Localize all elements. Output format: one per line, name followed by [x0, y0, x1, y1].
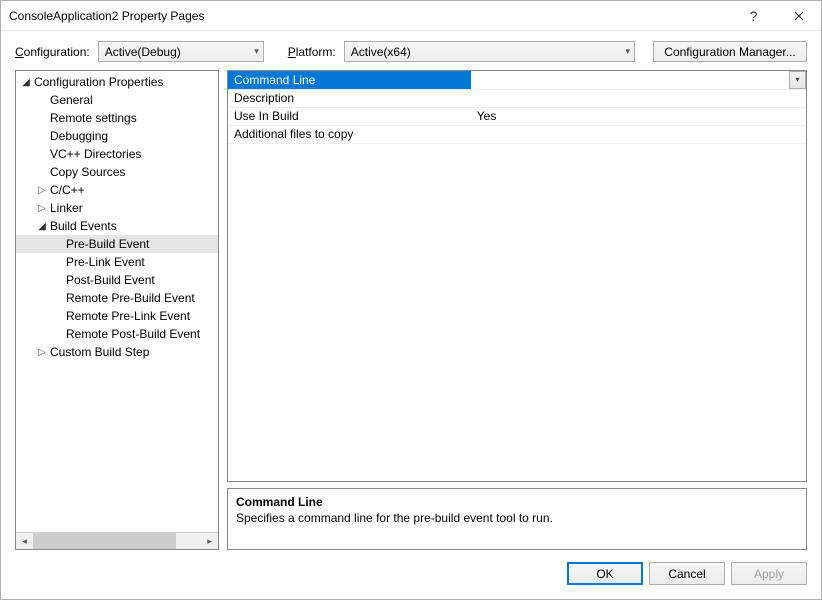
window-title: ConsoleApplication2 Property Pages — [9, 9, 731, 23]
property-name: Additional files to copy — [228, 125, 471, 143]
tree-item[interactable]: Post-Build Event — [16, 271, 218, 289]
tree-item[interactable]: ◢Build Events — [16, 217, 218, 235]
scroll-left-button[interactable]: ◂ — [16, 533, 33, 549]
description-panel: Command Line Specifies a command line fo… — [227, 488, 807, 550]
expander-icon: ▷ — [36, 347, 48, 358]
chevron-down-icon: ▾ — [795, 75, 799, 84]
tree-panel: ◢Configuration PropertiesGeneralRemote s… — [15, 70, 219, 550]
titlebar: ConsoleApplication2 Property Pages ? — [1, 1, 821, 31]
scrollbar-thumb[interactable] — [33, 533, 176, 549]
property-row[interactable]: Description — [228, 89, 806, 107]
tree-root[interactable]: ◢Configuration Properties — [16, 73, 218, 91]
property-grid: Command Line ▾ DescriptionUse In BuildYesA… — [227, 70, 807, 482]
configuration-label: Configuration: — [15, 45, 90, 59]
property-name: Use In Build — [228, 107, 471, 125]
expander-icon: ◢ — [20, 77, 32, 88]
cancel-button[interactable]: Cancel — [649, 562, 725, 585]
description-title: Command Line — [236, 495, 798, 509]
tree-item[interactable]: Remote settings — [16, 109, 218, 127]
close-icon — [794, 11, 804, 21]
tree-item[interactable]: Remote Post-Build Event — [16, 325, 218, 343]
property-value[interactable] — [471, 125, 806, 143]
config-toolbar: Configuration: Active(Debug) ▾ Platform:… — [1, 31, 821, 70]
property-row[interactable]: Additional files to copy — [228, 125, 806, 143]
description-text: Specifies a command line for the pre-bui… — [236, 511, 798, 525]
property-value[interactable]: ▾ — [471, 71, 806, 89]
tree-item[interactable]: Debugging — [16, 127, 218, 145]
property-value[interactable] — [471, 89, 806, 107]
scroll-right-button[interactable]: ▸ — [201, 533, 218, 549]
tree-item[interactable]: General — [16, 91, 218, 109]
expander-icon: ▷ — [36, 203, 48, 214]
property-value[interactable]: Yes — [471, 107, 806, 125]
property-name: Command Line — [228, 71, 471, 89]
tree-item[interactable]: Remote Pre-Build Event — [16, 289, 218, 307]
chevron-down-icon: ▾ — [625, 46, 630, 57]
property-name: Description — [228, 89, 471, 107]
property-row[interactable]: Command Line ▾ — [228, 71, 806, 89]
tree-item[interactable]: Copy Sources — [16, 163, 218, 181]
property-pages-dialog: ConsoleApplication2 Property Pages ? Con… — [0, 0, 822, 600]
platform-label: Platform: — [288, 45, 336, 59]
apply-button[interactable]: Apply — [731, 562, 807, 585]
tree-item[interactable]: VC++ Directories — [16, 145, 218, 163]
tree-item[interactable]: ▷C/C++ — [16, 181, 218, 199]
tree-item[interactable]: Pre-Link Event — [16, 253, 218, 271]
tree-item[interactable]: ▷Linker — [16, 199, 218, 217]
config-tree[interactable]: ◢Configuration PropertiesGeneralRemote s… — [16, 71, 218, 532]
expander-icon: ◢ — [36, 221, 48, 232]
dialog-buttons: OK Cancel Apply — [1, 556, 821, 599]
expander-icon: ▷ — [36, 185, 48, 196]
tree-item[interactable]: Remote Pre-Link Event — [16, 307, 218, 325]
configuration-combo[interactable]: Active(Debug) ▾ — [98, 41, 264, 62]
tree-item[interactable]: Pre-Build Event — [16, 235, 218, 253]
chevron-down-icon: ▾ — [254, 46, 259, 57]
value-dropdown-button[interactable]: ▾ — [789, 71, 806, 89]
help-button[interactable]: ? — [731, 1, 776, 30]
platform-combo[interactable]: Active(x64) ▾ — [344, 41, 635, 62]
tree-item[interactable]: ▷Custom Build Step — [16, 343, 218, 361]
configuration-manager-button[interactable]: Configuration Manager... — [653, 41, 807, 62]
tree-horizontal-scrollbar[interactable]: ◂ ▸ — [16, 532, 218, 549]
property-row[interactable]: Use In BuildYes — [228, 107, 806, 125]
ok-button[interactable]: OK — [567, 562, 643, 585]
close-button[interactable] — [776, 1, 821, 30]
